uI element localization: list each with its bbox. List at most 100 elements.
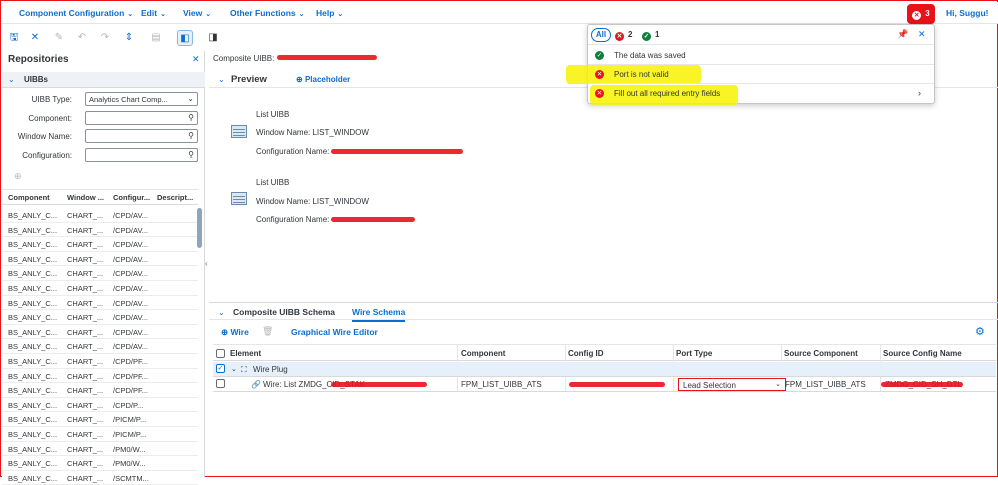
window-name-input[interactable]: ⚲ <box>85 129 198 143</box>
row-checkbox[interactable] <box>216 379 225 388</box>
left-panel-icon[interactable]: ◧ <box>177 30 193 46</box>
table-row-wire-plug[interactable]: ✓ ⌄ ⛶ Wire Plug <box>213 362 996 377</box>
table-cell: /CPD/AV... <box>113 327 149 337</box>
redo-icon[interactable]: ↷ <box>97 30 113 46</box>
chevron-right-icon[interactable]: › <box>918 88 921 98</box>
table-row[interactable]: BS_ANLY_C... CHART_... /CPD/AV... <box>2 296 198 311</box>
right-panel-icon[interactable]: ◨ <box>205 30 221 46</box>
component-input[interactable]: ⚲ <box>85 111 198 125</box>
print-icon[interactable]: ▤ <box>148 30 164 46</box>
search-icon[interactable]: ⚲ <box>188 113 194 122</box>
edit-icon[interactable]: ✎ <box>51 30 67 46</box>
table-row[interactable]: BS_ANLY_C... CHART_... /CPD/PF... <box>2 354 198 369</box>
table-row[interactable]: BS_ANLY_C... CHART_... /PICM/P... <box>2 427 198 442</box>
placeholder-link[interactable]: ⊕ Placeholder <box>296 75 350 84</box>
table-row[interactable]: BS_ANLY_C... CHART_... /PICM/P... <box>2 412 198 427</box>
table-cell: CHART_... <box>67 430 104 439</box>
message-item[interactable]: ✕ Port is not valid <box>588 65 934 84</box>
search-icon[interactable]: ⚲ <box>188 150 194 159</box>
table-cell: CHART_... <box>67 444 104 454</box>
select-all-checkbox[interactable] <box>216 349 225 358</box>
uibb-window-name: Window Name: LIST_WINDOW <box>256 197 369 206</box>
table-row[interactable]: BS_ANLY_C... CHART_... /CPD/AV... <box>2 252 198 267</box>
menu-view[interactable]: View ⌄ <box>183 8 211 18</box>
filter-all-button[interactable]: All <box>591 28 611 42</box>
save-icon[interactable]: 🖫 <box>6 30 22 46</box>
schema-tab-bar: ⌄ Composite UIBB Schema Wire Schema <box>209 302 998 322</box>
table-row[interactable]: BS_ANLY_C... CHART_... /CPD/PF... <box>2 369 198 384</box>
menu-other-functions[interactable]: Other Functions ⌄ <box>230 8 305 18</box>
table-row[interactable]: BS_ANLY_C... CHART_... /PM0/W... <box>2 456 198 471</box>
column-source-component[interactable]: Source Component <box>784 349 858 358</box>
transport-icon[interactable]: ⇕ <box>121 30 137 46</box>
column-window[interactable]: Window ... <box>67 193 104 202</box>
undo-icon[interactable]: ↶ <box>74 30 90 46</box>
table-row[interactable]: BS_ANLY_C... CHART_... /CPD/AV... <box>2 237 198 252</box>
chevron-down-icon[interactable]: ⌄ <box>218 75 225 84</box>
chevron-down-icon[interactable]: ⌄ <box>8 75 15 84</box>
list-uibb-icon[interactable] <box>231 192 247 205</box>
table-row[interactable]: BS_ANLY_C... CHART_... /CPD/P... <box>2 398 198 413</box>
menu-edit[interactable]: Edit ⌄ <box>141 8 166 18</box>
chevron-down-icon[interactable]: ⌄ <box>231 365 237 373</box>
table-row[interactable]: BS_ANLY_C... CHART_... /CPD/AV... <box>2 208 198 223</box>
configuration-input[interactable]: ⚲ <box>85 148 198 162</box>
uibbs-section-header[interactable]: ⌄ UIBBs <box>2 72 205 88</box>
port-type-select[interactable]: Lead Selection ⌄ <box>678 378 786 391</box>
column-description[interactable]: Descript... <box>157 193 193 202</box>
graphical-wire-editor-link[interactable]: Graphical Wire Editor <box>291 327 378 337</box>
user-greeting[interactable]: Hi, Suggu! <box>946 8 989 18</box>
table-row-wire[interactable]: 🔗 Wire: List ZMDG_CID_STAK FPM_LIST_UIBB… <box>213 377 996 392</box>
chevron-down-icon: ⌄ <box>160 11 166 18</box>
menu-label: Other Functions <box>230 8 296 18</box>
column-port-type[interactable]: Port Type <box>676 349 712 358</box>
error-count-button[interactable]: ✕ 3 <box>907 4 935 24</box>
column-component[interactable]: Component <box>461 349 505 358</box>
column-source-config-name[interactable]: Source Config Name <box>883 349 962 358</box>
table-row[interactable]: BS_ANLY_C... CHART_... /SCMTM... <box>2 471 198 485</box>
column-element[interactable]: Element <box>230 349 261 358</box>
settings-icon[interactable]: ⚙ <box>975 325 985 338</box>
tab-composite-uibb-schema[interactable]: Composite UIBB Schema <box>233 307 335 317</box>
filter-errors-button[interactable]: ✕ 2 <box>615 30 632 41</box>
message-item[interactable]: ✓ The data was saved <box>588 46 934 65</box>
column-component[interactable]: Component <box>8 193 50 202</box>
message-item[interactable]: ✕ Fill out all required entry fields › <box>588 84 934 103</box>
uibb-type-select[interactable]: Analytics Chart Comp... ⌄ <box>85 92 198 106</box>
table-row[interactable]: BS_ANLY_C... CHART_... /CPD/AV... <box>2 223 198 238</box>
search-icon[interactable]: ⚲ <box>188 131 194 140</box>
menu-help[interactable]: Help ⌄ <box>316 8 343 18</box>
add-wire-button[interactable]: ⊕ Wire <box>221 327 249 338</box>
splitter-collapse-icon[interactable]: ‹ <box>205 259 208 268</box>
row-checkbox-checked[interactable]: ✓ <box>216 364 225 373</box>
filter-success-button[interactable]: ✓ 1 <box>642 30 659 41</box>
chevron-down-icon[interactable]: ⌄ <box>218 308 225 317</box>
table-row[interactable]: BS_ANLY_C... CHART_... /CPD/AV... <box>2 266 198 281</box>
menu-label: Component Configuration <box>19 8 125 18</box>
table-cell: CHART_... <box>67 269 104 279</box>
uibb-type-value: Analytics Chart Comp... <box>89 95 168 104</box>
pin-icon[interactable]: 📌 <box>897 29 908 40</box>
table-row[interactable]: BS_ANLY_C... CHART_... /CPD/AV... <box>2 339 198 354</box>
table-cell: /CPD/AV... <box>113 254 149 264</box>
add-icon[interactable]: ⊕ <box>14 171 22 182</box>
table-cell: /PICM/P... <box>113 430 147 439</box>
close-icon[interactable]: ✕ <box>192 54 200 65</box>
table-row[interactable]: BS_ANLY_C... CHART_... /CPD/AV... <box>2 325 198 340</box>
table-row[interactable]: BS_ANLY_C... CHART_... /CPD/AV... <box>2 310 198 325</box>
cancel-icon[interactable]: ✕ <box>27 30 43 46</box>
table-cell: CHART_... <box>67 415 104 425</box>
table-cell: BS_ANLY_C... <box>8 327 58 337</box>
table-row[interactable]: BS_ANLY_C... CHART_... /PM0/W... <box>2 442 198 457</box>
column-configuration[interactable]: Configur... <box>113 193 150 202</box>
tab-wire-schema[interactable]: Wire Schema <box>352 307 406 322</box>
error-count: 3 <box>925 9 930 18</box>
delete-icon[interactable]: 🗑 <box>262 326 273 337</box>
table-row[interactable]: BS_ANLY_C... CHART_... /CPD/PF... <box>2 383 198 398</box>
list-uibb-icon[interactable] <box>231 125 247 138</box>
menu-component-configuration[interactable]: Component Configuration ⌄ <box>19 8 133 18</box>
scrollbar[interactable] <box>197 208 202 248</box>
column-config-id[interactable]: Config ID <box>568 349 604 358</box>
close-icon[interactable]: ✕ <box>918 29 926 40</box>
table-row[interactable]: BS_ANLY_C... CHART_... /CPD/AV... <box>2 281 198 296</box>
